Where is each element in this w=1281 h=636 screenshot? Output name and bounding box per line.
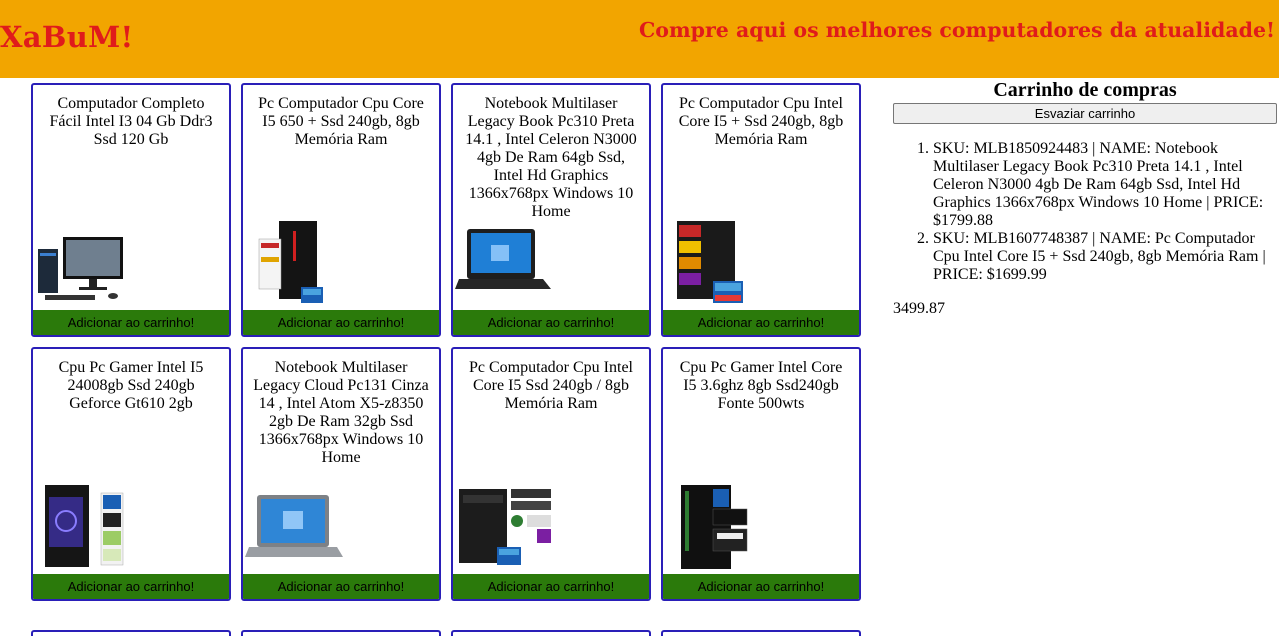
cart-item: SKU: MLB1607748387 | NAME: Pc Computador… [933,230,1277,284]
brand-logo[interactable]: XaBuM! [0,20,134,54]
cart-total: 3499.87 [893,300,945,317]
product-card-partial [31,630,231,636]
product-card: Pc Computador Cpu Intel Core I5 Ssd 240g… [451,347,651,601]
product-card: Computador Completo Fácil Intel I3 04 Gb… [31,83,231,337]
product-card: Notebook Multilaser Legacy Cloud Pc131 C… [241,347,441,601]
product-card: Cpu Pc Gamer Intel I5 24008gb Ssd 240gb … [31,347,231,601]
product-card: Notebook Multilaser Legacy Book Pc310 Pr… [451,83,651,337]
product-title: Computador Completo Fácil Intel I3 04 Gb… [49,95,213,148]
product-card-partial [241,630,441,636]
product-grid: Computador Completo Fácil Intel I3 04 Gb… [31,83,861,601]
add-to-cart-button[interactable]: Adicionar ao carrinho! [453,574,649,599]
product-title: Cpu Pc Gamer Intel I5 24008gb Ssd 240gb … [58,359,204,412]
product-card: Pc Computador Cpu Core I5 650 + Ssd 240g… [241,83,441,337]
add-to-cart-button[interactable]: Adicionar ao carrinho! [243,310,439,335]
cart-title: Carrinho de compras [993,79,1177,101]
cart-item: SKU: MLB1850924483 | NAME: Notebook Mult… [933,140,1277,230]
add-to-cart-button[interactable]: Adicionar ao carrinho! [33,574,229,599]
shopping-cart: Carrinho de compras Esvaziar carrinho SK… [893,78,1277,318]
add-to-cart-button[interactable]: Adicionar ao carrinho! [453,310,649,335]
add-to-cart-button[interactable]: Adicionar ao carrinho! [663,574,859,599]
add-to-cart-button[interactable]: Adicionar ao carrinho! [33,310,229,335]
add-to-cart-button[interactable]: Adicionar ao carrinho! [243,574,439,599]
product-card: Cpu Pc Gamer Intel Core I5 3.6ghz 8gb Ss… [661,347,861,601]
product-title: Pc Computador Cpu Intel Core I5 Ssd 240g… [469,359,633,412]
product-title: Notebook Multilaser Legacy Cloud Pc131 C… [253,359,429,466]
empty-cart-button[interactable]: Esvaziar carrinho [893,103,1277,124]
product-title: Pc Computador Cpu Intel Core I5 + Ssd 24… [678,95,844,148]
product-image-pc-tower-red[interactable] [245,217,345,305]
product-title: Pc Computador Cpu Core I5 650 + Ssd 240g… [258,95,424,148]
product-title: Cpu Pc Gamer Intel Core I5 3.6ghz 8gb Ss… [679,359,843,412]
product-title: Notebook Multilaser Legacy Book Pc310 Pr… [465,95,637,220]
add-to-cart-button[interactable]: Adicionar ao carrinho! [663,310,859,335]
product-image-laptop-black[interactable] [455,217,555,305]
cart-items-list: SKU: MLB1850924483 | NAME: Notebook Mult… [893,140,1277,284]
header-tagline: Compre aqui os melhores computadores da … [638,18,1275,42]
product-image-gamer-tower-blue[interactable] [35,481,135,569]
product-image-pc-tower-labels[interactable] [665,217,765,305]
site-header: XaBuM! Compre aqui os melhores computado… [0,0,1279,78]
product-card-partial [451,630,651,636]
product-card: Pc Computador Cpu Intel Core I5 + Ssd 24… [661,83,861,337]
product-image-gamer-tower-games[interactable] [665,481,765,569]
product-image-pc-tower-badges[interactable] [455,481,555,569]
product-image-laptop-gray[interactable] [245,481,345,569]
product-image-desktop-monitor-set[interactable] [35,217,135,305]
product-card-partial [661,630,861,636]
